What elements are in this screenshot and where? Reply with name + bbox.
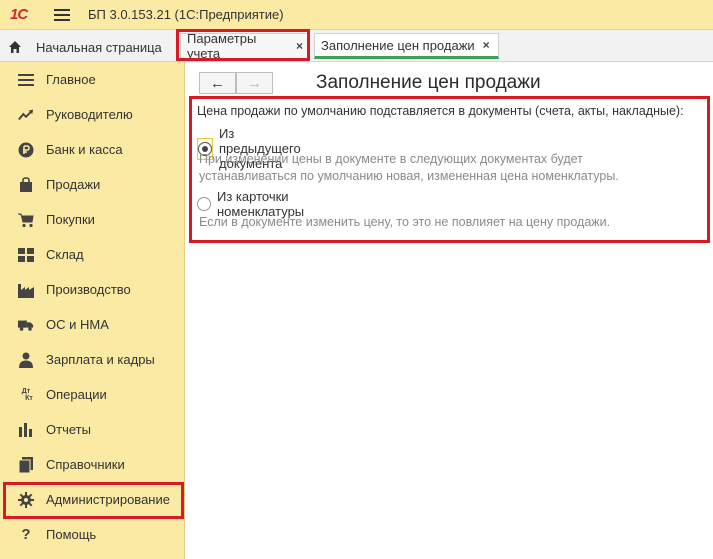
sidebar: Главное Руководителю Банк и касса Продаж… <box>0 62 185 559</box>
books-icon <box>18 456 34 473</box>
sidebar-item-main[interactable]: Главное <box>0 62 185 97</box>
sidebar-item-purchases[interactable]: Покупки <box>0 202 185 237</box>
sidebar-item-label: Производство <box>46 282 131 297</box>
sidebar-item-salary[interactable]: Зарплата и кадры <box>0 342 185 377</box>
sidebar-item-sales[interactable]: Продажи <box>0 167 185 202</box>
1c-logo: 1С <box>10 6 28 23</box>
trend-icon <box>18 107 34 123</box>
sidebar-item-label: Справочники <box>46 457 125 472</box>
menu-lines-icon <box>18 72 34 88</box>
radio-button[interactable] <box>197 197 211 211</box>
ruble-coin-icon <box>18 142 34 158</box>
main-menu-icon[interactable] <box>54 8 70 21</box>
sidebar-item-label: ОС и НМА <box>46 317 109 332</box>
sidebar-item-label: Главное <box>46 72 96 87</box>
sidebar-item-warehouse[interactable]: Склад <box>0 237 185 272</box>
sidebar-item-label: Администрирование <box>46 492 170 507</box>
warehouse-grid-icon <box>18 247 34 263</box>
sidebar-item-catalogs[interactable]: Справочники <box>0 447 185 482</box>
factory-icon <box>18 282 34 298</box>
hint-item-card: Если в документе изменить цену, то это н… <box>199 215 611 229</box>
sidebar-item-bank[interactable]: Банк и касса <box>0 132 185 167</box>
sidebar-item-administration[interactable]: Администрирование <box>0 482 185 517</box>
shopping-bag-icon <box>18 176 34 193</box>
truck-icon <box>18 317 34 333</box>
navigation-buttons: ← → <box>199 72 273 94</box>
sidebar-item-label: Банк и касса <box>46 142 123 157</box>
sidebar-item-help[interactable]: ? Помощь <box>0 517 185 552</box>
title-bar: 1С БП 3.0.153.21 (1С:Предприятие) <box>0 0 713 30</box>
app-title: БП 3.0.153.21 (1С:Предприятие) <box>88 7 284 22</box>
sidebar-item-operations[interactable]: Дт Кт Операции <box>0 377 185 412</box>
tab-home[interactable]: Начальная страница <box>8 36 162 58</box>
sidebar-item-label: Руководителю <box>46 107 133 122</box>
tab-accounting-parameters[interactable]: Параметры учета × <box>180 31 310 61</box>
sidebar-item-fixed-assets[interactable]: ОС и НМА <box>0 307 185 342</box>
sidebar-item-label: Покупки <box>46 212 95 227</box>
close-icon[interactable]: × <box>483 38 490 52</box>
price-default-question: Цена продажи по умолчанию подставляется … <box>197 104 684 118</box>
sidebar-item-production[interactable]: Производство <box>0 272 185 307</box>
cart-icon <box>18 212 34 228</box>
tab-sales-prices[interactable]: Заполнение цен продажи × <box>314 33 499 59</box>
person-icon <box>18 352 34 368</box>
forward-button[interactable]: → <box>236 72 273 94</box>
tab-home-label: Начальная страница <box>36 39 162 55</box>
close-icon[interactable]: × <box>296 39 303 53</box>
question-icon: ? <box>21 526 31 543</box>
sidebar-item-label: Помощь <box>46 527 97 542</box>
hint-previous-document: При изменении цены в документе в следующ… <box>199 152 619 183</box>
home-icon <box>8 40 22 54</box>
radio-frame <box>197 193 211 215</box>
sidebar-item-label: Продажи <box>46 177 101 192</box>
tab-bar: Начальная страница Параметры учета × Зап… <box>0 30 713 62</box>
sidebar-item-reports[interactable]: Отчеты <box>0 412 185 447</box>
sidebar-item-label: Склад <box>46 247 84 262</box>
gear-icon <box>18 491 34 508</box>
debit-credit-icon: Дт Кт <box>21 387 33 402</box>
sidebar-item-label: Зарплата и кадры <box>46 352 155 367</box>
bar-chart-icon <box>18 422 34 438</box>
page-title: Заполнение цен продажи <box>316 72 541 93</box>
sidebar-item-label: Операции <box>46 387 107 402</box>
back-button[interactable]: ← <box>199 72 236 94</box>
sidebar-item-label: Отчеты <box>46 422 91 437</box>
sidebar-item-manager[interactable]: Руководителю <box>0 97 185 132</box>
tab-label: Параметры учета <box>187 31 257 61</box>
tab-label: Заполнение цен продажи <box>321 37 475 53</box>
